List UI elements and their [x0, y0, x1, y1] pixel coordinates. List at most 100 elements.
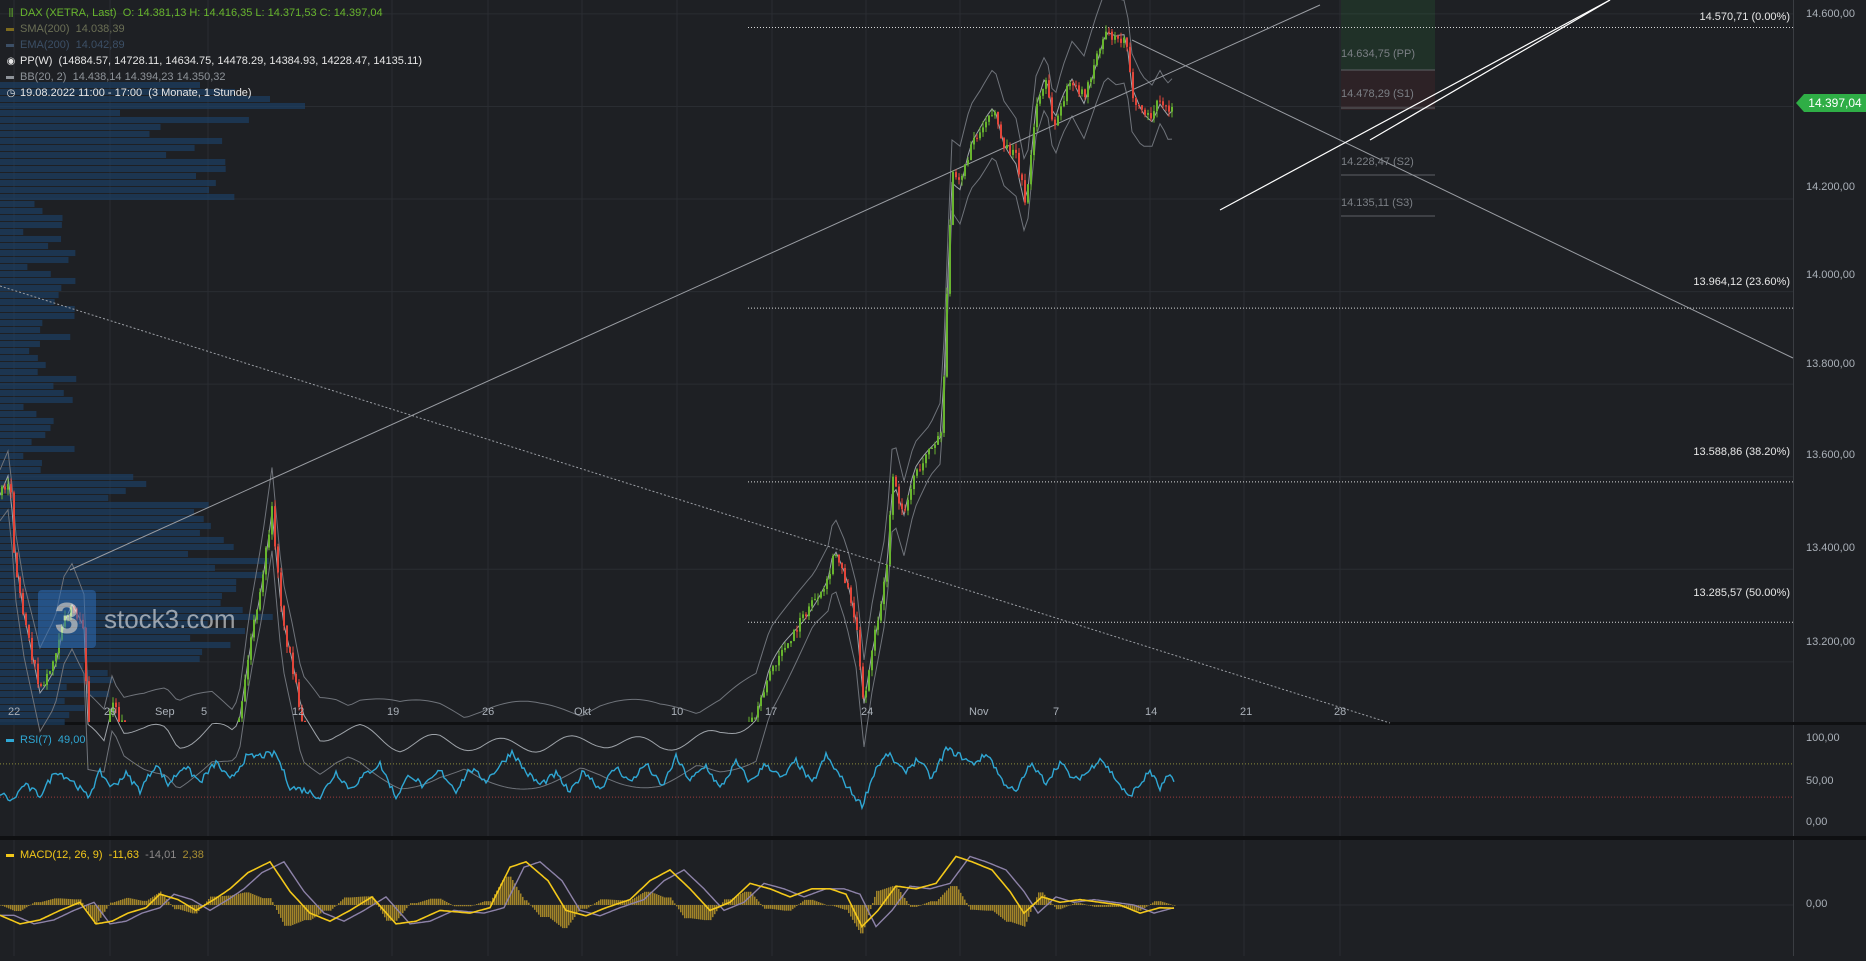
candle-body [871, 651, 873, 671]
macd-hist-bar [334, 905, 336, 907]
candle-body [256, 610, 258, 620]
macd-hist-bar [242, 893, 244, 905]
macd-hist-bar [642, 893, 644, 905]
macd-hist-bar [286, 905, 288, 926]
macd-hist-bar [570, 905, 572, 923]
macd-hist-bar [46, 901, 48, 905]
macd-hist-bar [52, 899, 54, 905]
volume-bar [0, 369, 38, 375]
macd-hist-bar [1104, 905, 1106, 907]
macd-hist-bar [482, 902, 484, 905]
candle-body [979, 132, 981, 138]
macd-hist-bar [126, 898, 128, 905]
macd-hist-bar [946, 890, 948, 905]
chart-svg[interactable] [0, 0, 1866, 956]
candle-body [1000, 124, 1002, 138]
volume-bar [0, 278, 75, 284]
candle-body [964, 164, 966, 176]
macd-hist-bar [926, 903, 928, 905]
macd-hist-bar [762, 905, 764, 906]
pivot-s2-label: 14.228,47 (S2) [1341, 156, 1414, 168]
volume-bar [0, 236, 61, 242]
macd-hist-bar [550, 905, 552, 919]
macd-hist-bar [612, 900, 614, 905]
macd-hist-bar [108, 905, 110, 906]
y-tick: 14.200,00 [1806, 181, 1855, 193]
macd-hist-bar [300, 905, 302, 922]
candle-body [859, 630, 861, 667]
macd-hist-bar [18, 905, 20, 911]
volume-bar [0, 299, 55, 305]
legend-bb: BB(20, 2) 14.438,14 14.394,23 14.350,32 [6, 70, 226, 84]
macd-hist-bar [760, 904, 762, 905]
volume-bar [0, 292, 59, 298]
macd-hist-bar [330, 905, 332, 911]
macd-hist-bar [272, 902, 274, 905]
volume-bar [0, 467, 41, 473]
volume-bar [0, 425, 51, 431]
macd-hist-bar [106, 905, 108, 909]
volume-bar [0, 250, 75, 256]
x-tick: 22 [8, 706, 20, 718]
macd-hist-bar [1042, 892, 1044, 905]
candle-body [892, 477, 894, 515]
macd-hist-bar [438, 899, 440, 905]
macd-hist-bar [50, 899, 52, 905]
macd-hist-bar [458, 905, 460, 906]
volume-bar [0, 432, 45, 438]
macd-hist-bar [794, 905, 796, 908]
macd-hist-bar [582, 905, 584, 909]
volume-bar [0, 551, 188, 557]
candle-body [823, 589, 825, 592]
macd-hist-bar [1088, 905, 1090, 906]
macd-hist-bar [1114, 905, 1116, 907]
macd-hist-bar [820, 903, 822, 905]
candle-body [28, 625, 30, 638]
candle-body [805, 614, 807, 616]
macd-hist-bar [292, 905, 294, 925]
macd-hist-bar [816, 901, 818, 905]
macd-hist-bar [296, 905, 298, 923]
candle-body [832, 556, 834, 574]
candle-body [1153, 111, 1155, 118]
macd-hist-bar [64, 899, 66, 905]
macd-hist-bar [68, 899, 70, 905]
volume-bar [0, 243, 48, 249]
macd-hist-bar [260, 897, 262, 905]
volume-bar [0, 446, 75, 452]
y-tick: 14.000,00 [1806, 269, 1855, 281]
macd-hist-bar [956, 886, 958, 905]
macd-hist-bar [516, 887, 518, 905]
range-label: 19.08.2022 11:00 - 17:00 [20, 87, 142, 99]
macd-hist-bar [780, 905, 782, 910]
macd-hist-bar [600, 899, 602, 905]
macd-hist-bar [306, 905, 308, 920]
macd-hist-bar [130, 898, 132, 905]
candle-body [1096, 53, 1098, 65]
macd-hist-bar [928, 902, 930, 905]
macd-hist-bar [958, 889, 960, 905]
rsi-tick: 0,00 [1806, 816, 1827, 828]
macd-hist-bar [790, 905, 792, 911]
macd-hist-bar [546, 905, 548, 917]
macd-hist-bar [536, 905, 538, 912]
macd-hist-bar [404, 905, 406, 911]
candle-body [835, 555, 837, 556]
candle-body [889, 515, 891, 565]
macd-hist-bar [890, 887, 892, 905]
macd-hist-bar [1152, 903, 1154, 905]
macd-hist-bar [1056, 905, 1058, 909]
macd-hist-bar [256, 896, 258, 905]
candle-body [1159, 101, 1161, 102]
macd-hist-bar [602, 899, 604, 905]
macd-hist-bar [524, 900, 526, 905]
macd-hist-bar [142, 901, 144, 905]
macd-hist-bar [402, 905, 404, 913]
macd-hist-bar [942, 895, 944, 905]
macd-hist-bar [844, 905, 846, 910]
macd-hist-bar [246, 892, 248, 905]
macd-hist-bar [1054, 905, 1056, 907]
macd-hist-bar [312, 905, 314, 919]
macd-hist-bar [830, 905, 832, 906]
candle-body [988, 116, 990, 122]
